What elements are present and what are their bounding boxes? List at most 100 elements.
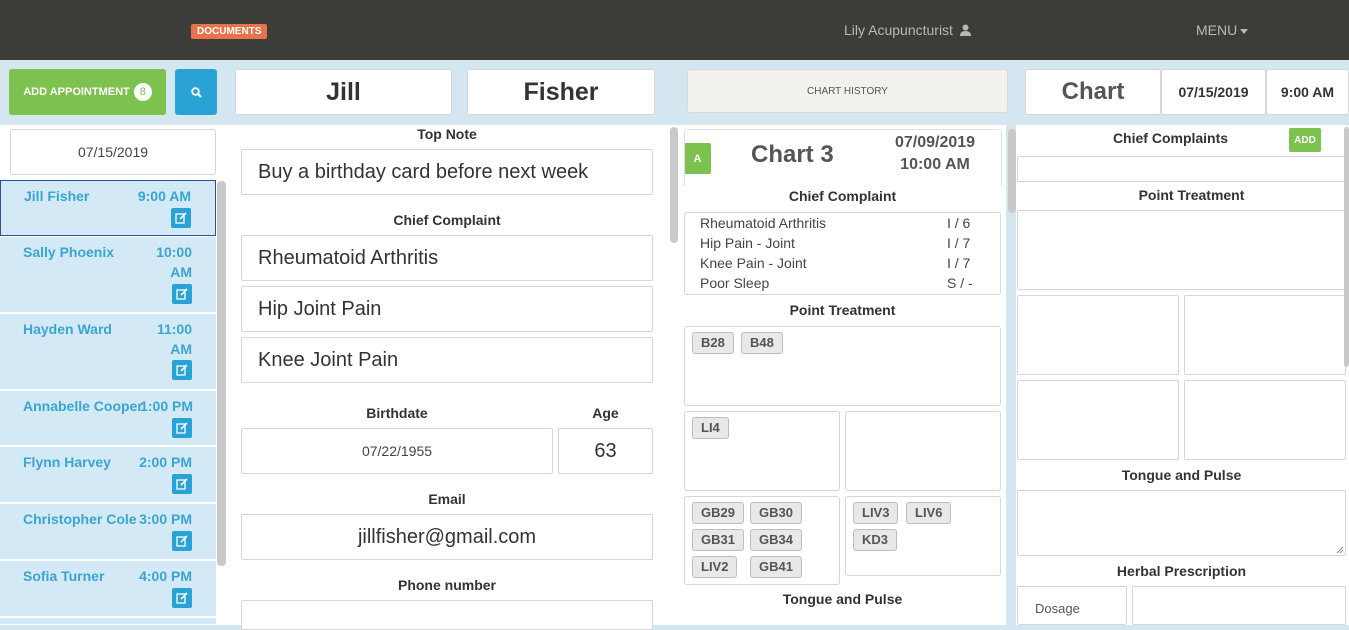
- prev-complaint-score: I / 7: [947, 235, 971, 251]
- documents-button[interactable]: DOCUMENTS: [191, 24, 268, 39]
- appointment-item[interactable]: [0, 618, 216, 625]
- tongue-pulse-textarea[interactable]: [1017, 490, 1346, 556]
- point-tag: GB41: [750, 556, 802, 578]
- appointment-time: 11:00 AM: [156, 321, 192, 357]
- patient-last-name[interactable]: Fisher: [467, 69, 655, 115]
- chief-complaint-field[interactable]: Knee Joint Pain: [241, 337, 653, 383]
- appointment-name: Sally Phoenix: [23, 244, 115, 260]
- herbal-prescription-field[interactable]: [1132, 586, 1346, 625]
- add-appointment-button[interactable]: ADD APPOINTMENT 8: [9, 69, 166, 115]
- email-label: Email: [428, 491, 466, 507]
- birthdate-field[interactable]: 07/22/1955: [241, 428, 553, 474]
- appointment-time: 10:00 AM: [156, 244, 192, 280]
- edit-appointment-button[interactable]: [172, 360, 192, 380]
- edit-appointment-button[interactable]: [172, 588, 192, 608]
- point-tag: GB34: [750, 529, 802, 551]
- appointment-item[interactable]: Sofia Turner 4:00 PM: [0, 561, 216, 617]
- edit-icon: [176, 288, 188, 300]
- chart-date-field[interactable]: 07/15/2019: [1161, 69, 1266, 115]
- appointment-item[interactable]: Christopher Cole 3:00 PM: [0, 504, 216, 560]
- point-tag: LI4: [692, 417, 729, 439]
- point-group-box: B28 B48: [684, 326, 1001, 406]
- chief-complaints-field[interactable]: [1017, 156, 1346, 182]
- edit-appointment-button[interactable]: [172, 418, 192, 438]
- edit-appointment-button[interactable]: [171, 208, 191, 228]
- appointment-name: Jill Fisher: [24, 188, 90, 204]
- edit-icon: [176, 364, 188, 376]
- search-button[interactable]: [175, 69, 217, 115]
- schedule-date-field[interactable]: 07/15/2019: [10, 129, 216, 175]
- herbal-prescription-label: Herbal Prescription: [1116, 563, 1247, 579]
- phone-field[interactable]: [241, 600, 653, 630]
- point-treatment-box[interactable]: [1017, 210, 1346, 290]
- resize-handle-icon: [1336, 546, 1344, 554]
- age-label: Age: [592, 405, 619, 421]
- appointment-name: Sofia Turner: [23, 568, 105, 584]
- birthdate-label: Birthdate: [366, 405, 428, 421]
- email-field[interactable]: jillfisher@gmail.com: [241, 514, 653, 560]
- chief-complaints-label: Chief Complaints: [1112, 130, 1229, 146]
- patient-first-name[interactable]: Jill: [235, 69, 452, 115]
- point-group-box: [845, 411, 1001, 491]
- appointment-name: Flynn Harvey: [23, 454, 111, 470]
- tongue-pulse-label: Tongue and Pulse: [1121, 467, 1242, 483]
- edit-appointment-button[interactable]: [172, 284, 192, 304]
- user-name: Lily Acupuncturist: [844, 22, 953, 38]
- prev-tongue-pulse-label: Tongue and Pulse: [782, 591, 903, 607]
- edit-appointment-button[interactable]: [172, 531, 192, 551]
- appointment-time: 2:00 PM: [139, 454, 192, 470]
- appointment-time: 9:00 AM: [137, 188, 191, 204]
- point-tag: LIV3: [853, 502, 899, 524]
- chief-complaint-field[interactable]: Rheumatoid Arthritis: [241, 235, 653, 281]
- appointment-name: Annabelle Cooper: [23, 398, 143, 414]
- age-field[interactable]: 63: [558, 428, 653, 474]
- appointment-name: Christopher Cole: [23, 511, 137, 527]
- chief-complaint-field[interactable]: Hip Joint Pain: [241, 286, 653, 332]
- point-treatment-box[interactable]: [1017, 295, 1179, 375]
- point-tag: GB29: [692, 502, 744, 524]
- chief-complaint-label: Chief Complaint: [393, 212, 501, 228]
- current-chart-scrollbar[interactable]: [1344, 127, 1349, 367]
- appointment-time: 1:00 PM: [140, 398, 193, 414]
- edit-icon: [175, 212, 187, 224]
- top-note-label: Top Note: [417, 126, 477, 142]
- schedule-scrollbar[interactable]: [217, 181, 226, 566]
- user-icon: [959, 24, 971, 36]
- point-tag: LIV6: [906, 502, 952, 524]
- appointment-item[interactable]: Flynn Harvey 2:00 PM: [0, 447, 216, 503]
- add-complaint-button[interactable]: ADD: [1289, 128, 1321, 152]
- dosage-field[interactable]: Dosage: [1017, 586, 1127, 625]
- top-note-field[interactable]: Buy a birthday card before next week: [241, 149, 653, 195]
- chart-history-button[interactable]: CHART HISTORY: [687, 69, 1008, 113]
- appointment-name: Hayden Ward: [23, 321, 112, 337]
- chart-date: 07/09/2019: [894, 134, 976, 151]
- appointment-item[interactable]: Jill Fisher 9:00 AM: [0, 180, 216, 236]
- prev-complaint-name: Knee Pain - Joint: [700, 255, 807, 271]
- chart-title: Chart 3: [751, 141, 834, 168]
- point-tag: B28: [692, 332, 734, 354]
- edit-appointment-button[interactable]: [172, 474, 192, 494]
- search-icon: [190, 86, 202, 98]
- appointment-item[interactable]: Sally Phoenix 10:00 AM: [0, 237, 216, 313]
- user-menu[interactable]: Lily Acupuncturist: [844, 22, 971, 38]
- prev-point-treatment-label: Point Treatment: [789, 302, 896, 318]
- patient-panel-scrollbar[interactable]: [670, 127, 678, 243]
- prev-chief-complaint-label: Chief Complaint: [788, 188, 897, 204]
- point-treatment-box[interactable]: [1017, 380, 1179, 460]
- appointment-count-badge: 8: [133, 83, 152, 101]
- chart-panel-scrollbar[interactable]: [1008, 129, 1016, 213]
- edit-icon: [176, 422, 188, 434]
- point-treatment-box[interactable]: [1184, 295, 1346, 375]
- chart-time-field[interactable]: 9:00 AM: [1266, 69, 1349, 115]
- point-tag: GB31: [692, 529, 744, 551]
- edit-icon: [176, 478, 188, 490]
- chart-time: 10:00 AM: [900, 156, 970, 173]
- appointment-time: 4:00 PM: [139, 568, 192, 584]
- appointment-item[interactable]: Annabelle Cooper 1:00 PM: [0, 391, 216, 446]
- appointment-item[interactable]: Hayden Ward 11:00 AM: [0, 314, 216, 390]
- point-treatment-box[interactable]: [1184, 380, 1346, 460]
- menu-label: MENU: [1196, 22, 1238, 38]
- prev-complaint-score: S / -: [947, 275, 973, 291]
- main-menu-button[interactable]: MENU: [1196, 22, 1249, 38]
- prev-complaint-name: Rheumatoid Arthritis: [700, 215, 827, 231]
